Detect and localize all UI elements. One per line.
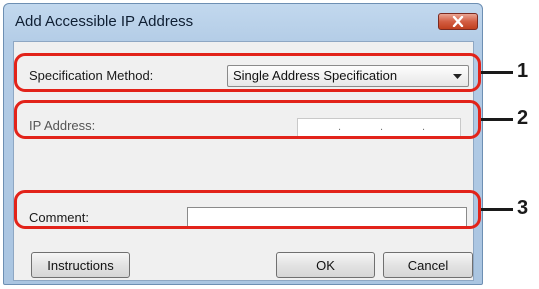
callout-box-2 <box>14 100 481 139</box>
callout-number-2: 2 <box>517 107 529 129</box>
close-button[interactable] <box>438 13 478 30</box>
dialog-title: Add Accessible IP Address <box>15 13 194 30</box>
callout-leader-2 <box>481 118 513 121</box>
callout-box-1 <box>14 53 481 92</box>
close-icon <box>452 16 464 27</box>
dialog-window: Add Accessible IP Address Specification … <box>3 3 483 285</box>
instructions-button[interactable]: Instructions <box>31 252 130 278</box>
cancel-button[interactable]: Cancel <box>383 252 473 278</box>
callout-leader-1 <box>481 71 513 74</box>
ok-button[interactable]: OK <box>276 252 375 278</box>
callout-box-3 <box>14 190 481 229</box>
callout-number-1: 1 <box>517 60 529 82</box>
callout-leader-3 <box>481 208 513 211</box>
callout-number-3: 3 <box>517 197 529 219</box>
